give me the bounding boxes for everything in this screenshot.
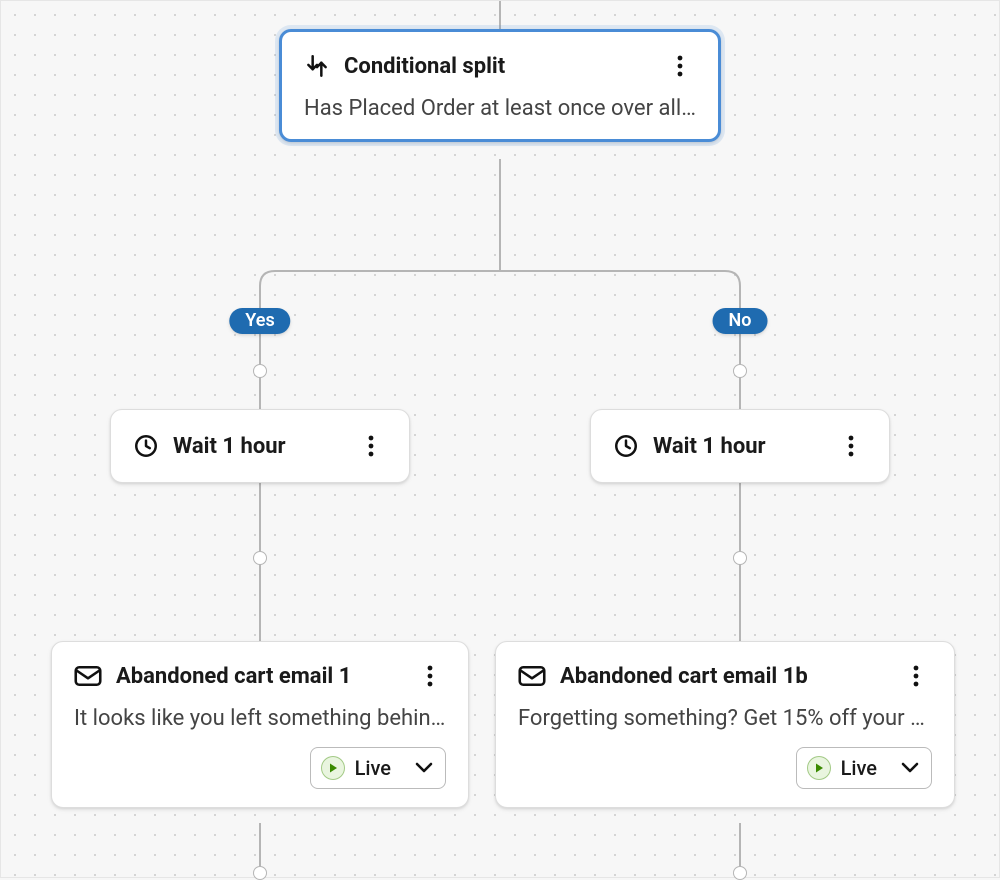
connector-dot[interactable] [253, 364, 267, 378]
kebab-menu[interactable] [355, 430, 387, 462]
wait-label: Wait 1 hour [653, 434, 766, 459]
branch-no-pill: No [713, 308, 768, 334]
play-icon [321, 756, 345, 780]
split-arrows-icon [304, 53, 330, 79]
email-node-yes[interactable]: Abandoned cart email 1 It looks like you… [51, 641, 469, 808]
email-node-no[interactable]: Abandoned cart email 1b Forgetting somet… [495, 641, 955, 808]
connector-dot[interactable] [733, 364, 747, 378]
clock-icon [133, 433, 159, 459]
chevron-down-icon [415, 762, 433, 774]
branch-no-label: No [729, 310, 752, 331]
connector-dot[interactable] [733, 551, 747, 565]
wait-label: Wait 1 hour [173, 434, 286, 459]
conditional-description: Has Placed Order at least once over all … [304, 96, 696, 121]
play-icon [807, 756, 831, 780]
wait-node-yes[interactable]: Wait 1 hour [110, 409, 410, 483]
clock-icon [613, 433, 639, 459]
email-title: Abandoned cart email 1b [560, 664, 808, 689]
conditional-split-node[interactable]: Conditional split Has Placed Order at le… [279, 29, 721, 142]
wait-node-no[interactable]: Wait 1 hour [590, 409, 890, 483]
email-status-dropdown[interactable]: Live [310, 747, 446, 789]
connector-dot[interactable] [253, 551, 267, 565]
conditional-title: Conditional split [344, 54, 505, 79]
kebab-menu[interactable] [900, 660, 932, 692]
branch-yes-pill: Yes [229, 308, 290, 334]
kebab-menu[interactable] [414, 660, 446, 692]
email-status-dropdown[interactable]: Live [796, 747, 932, 789]
branch-yes-label: Yes [245, 310, 274, 331]
chevron-down-icon [901, 762, 919, 774]
email-description: Forgetting something? Get 15% off your f… [518, 706, 932, 731]
email-title: Abandoned cart email 1 [116, 664, 351, 689]
mail-icon [74, 665, 102, 687]
mail-icon [518, 665, 546, 687]
kebab-menu[interactable] [835, 430, 867, 462]
email-status-label: Live [355, 756, 391, 780]
email-status-label: Live [841, 756, 877, 780]
kebab-menu[interactable] [664, 50, 696, 82]
email-description: It looks like you left something behind! [74, 706, 446, 731]
